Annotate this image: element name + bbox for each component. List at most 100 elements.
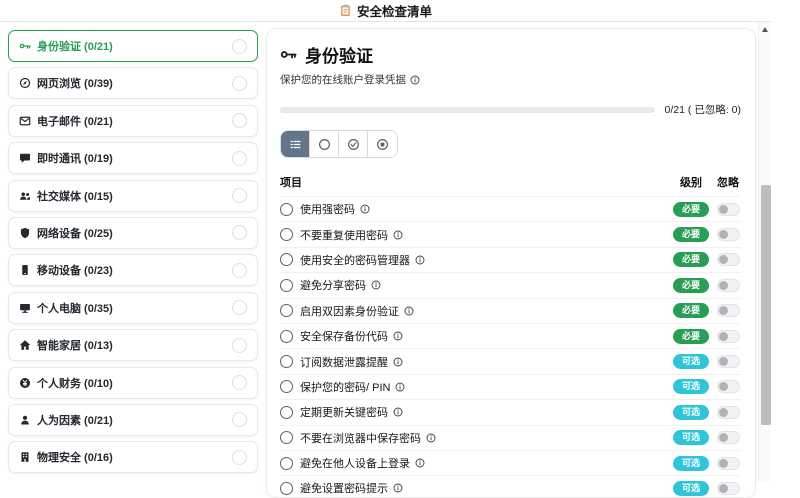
info-icon[interactable]	[371, 280, 381, 290]
key-icon	[280, 46, 297, 63]
info-icon[interactable]	[360, 204, 370, 214]
level-badge: 必要	[673, 252, 709, 268]
item-checkbox[interactable]	[280, 405, 293, 419]
ignore-toggle[interactable]	[716, 405, 740, 419]
info-icon[interactable]	[415, 458, 425, 468]
table-header: 项目 级别 忽略	[280, 167, 741, 196]
info-icon[interactable]	[393, 407, 403, 417]
sidebar-item-radio[interactable]	[232, 188, 247, 204]
filter-all-button[interactable]	[281, 131, 310, 157]
item-checkbox[interactable]	[280, 304, 293, 318]
info-icon[interactable]	[415, 255, 425, 265]
progress-row: 0/21 ( 已忽略: 0)	[280, 102, 741, 117]
item-label: 避免设置密码提示	[300, 483, 388, 496]
sidebar-item-label: 网络设备 (0/25)	[37, 227, 113, 240]
ignore-toggle[interactable]	[716, 456, 740, 470]
scroll-up-button[interactable]	[762, 27, 768, 32]
info-icon[interactable]	[395, 382, 405, 392]
ignore-toggle-cell	[715, 202, 741, 216]
item-checkbox[interactable]	[280, 355, 293, 369]
checklist-row: 不要重复使用密码 必要	[280, 221, 741, 246]
checklist-row: 使用安全的密码管理器 必要	[280, 246, 741, 272]
info-icon[interactable]	[393, 230, 403, 240]
sidebar-item-identity[interactable]: 身份验证 (0/21)	[8, 30, 258, 62]
sidebar-item-messaging[interactable]: 即时通讯 (0/19)	[8, 142, 258, 175]
sidebar-item-radio[interactable]	[232, 150, 247, 166]
sidebar-item-radio[interactable]	[232, 225, 247, 241]
checklist-row: 不要在浏览器中保存密码 可选	[280, 424, 741, 450]
item-checkbox[interactable]	[280, 202, 293, 216]
sidebar-item-radio[interactable]	[232, 412, 247, 428]
info-icon[interactable]	[410, 75, 420, 85]
filter-todo-button[interactable]	[310, 131, 339, 157]
item-checkbox[interactable]	[280, 380, 293, 394]
sidebar-item-network-devices[interactable]: 网络设备 (0/25)	[8, 216, 258, 249]
sidebar-item-radio[interactable]	[232, 375, 247, 391]
item-label: 使用安全的密码管理器	[300, 254, 410, 267]
sidebar-item-radio[interactable]	[232, 337, 247, 353]
item-checkbox[interactable]	[280, 228, 293, 242]
filter-ignored-button[interactable]	[368, 131, 397, 157]
sidebar-item-radio[interactable]	[232, 300, 247, 316]
sidebar-item-label: 物理安全 (0/16)	[37, 452, 113, 465]
mail-icon	[19, 115, 31, 127]
filter-done-button[interactable]	[339, 131, 368, 157]
shield-icon	[19, 227, 31, 239]
sidebar-item-email[interactable]: 电子邮件 (0/21)	[8, 104, 258, 137]
toggle-knob	[718, 204, 728, 214]
checklist-row: 避免设置密码提示 可选	[280, 475, 741, 497]
sidebar-item-radio[interactable]	[232, 75, 247, 91]
info-icon[interactable]	[393, 483, 403, 493]
ignore-toggle[interactable]	[716, 278, 740, 292]
sidebar-item-radio[interactable]	[232, 262, 247, 278]
level-badge: 必要	[673, 328, 709, 344]
ignore-toggle[interactable]	[716, 355, 740, 369]
mobile-icon	[19, 264, 31, 276]
item-checkbox[interactable]	[280, 481, 293, 495]
sidebar-item-smart-home[interactable]: 智能家居 (0/13)	[8, 329, 258, 362]
sidebar-item-radio[interactable]	[232, 113, 247, 129]
sidebar-item-human-factors[interactable]: 人为因素 (0/21)	[8, 403, 258, 436]
ignore-toggle[interactable]	[716, 380, 740, 394]
ignore-toggle[interactable]	[716, 253, 740, 267]
item-checkbox[interactable]	[280, 278, 293, 292]
sidebar-item-radio[interactable]	[232, 449, 247, 465]
sidebar-item-label: 即时通讯 (0/19)	[37, 153, 113, 166]
scrollbar[interactable]	[758, 22, 771, 482]
ignore-toggle[interactable]	[716, 202, 740, 216]
sidebar-item-label: 身份验证 (0/21)	[37, 41, 113, 53]
item-label: 使用强密码	[300, 204, 355, 217]
checklist-row: 避免分享密码 必要	[280, 272, 741, 297]
ignore-toggle[interactable]	[716, 431, 740, 445]
column-header-level: 级别	[680, 177, 702, 189]
ignore-toggle[interactable]	[716, 481, 740, 495]
sidebar-item-personal-finance[interactable]: 个人财务 (0/10)	[8, 366, 258, 399]
item-checkbox[interactable]	[280, 456, 293, 470]
sidebar: 身份验证 (0/21) 网页浏览 (0/39) 电子邮件 (0/21) 即时通讯…	[8, 30, 258, 474]
item-label: 启用双因素身份验证	[300, 305, 399, 318]
sidebar-item-personal-computer[interactable]: 个人电脑 (0/35)	[8, 291, 258, 324]
item-checkbox[interactable]	[280, 431, 293, 445]
ignore-toggle[interactable]	[716, 329, 740, 343]
ignore-toggle[interactable]	[716, 304, 740, 318]
sidebar-item-label: 个人财务 (0/10)	[37, 377, 113, 390]
ignore-toggle-cell	[715, 481, 741, 495]
desktop-icon	[19, 302, 31, 314]
item-label: 定期更新关键密码	[300, 407, 388, 420]
sidebar-item-radio[interactable]	[232, 38, 247, 54]
item-label: 避免在他人设备上登录	[300, 458, 410, 471]
ignore-toggle-cell	[715, 278, 741, 292]
sidebar-item-web-browsing[interactable]: 网页浏览 (0/39)	[8, 67, 258, 100]
sidebar-item-mobile-devices[interactable]: 移动设备 (0/23)	[8, 254, 258, 287]
scrollbar-thumb[interactable]	[760, 185, 771, 425]
checklist-row: 定期更新关键密码 可选	[280, 399, 741, 424]
info-icon[interactable]	[393, 331, 403, 341]
sidebar-item-social-media[interactable]: 社交媒体 (0/15)	[8, 179, 258, 212]
sidebar-item-physical-security[interactable]: 物理安全 (0/16)	[8, 441, 258, 474]
ignore-toggle[interactable]	[716, 228, 740, 242]
info-icon[interactable]	[393, 357, 403, 367]
item-checkbox[interactable]	[280, 329, 293, 343]
item-checkbox[interactable]	[280, 253, 293, 267]
info-icon[interactable]	[426, 433, 436, 443]
info-icon[interactable]	[404, 306, 414, 316]
